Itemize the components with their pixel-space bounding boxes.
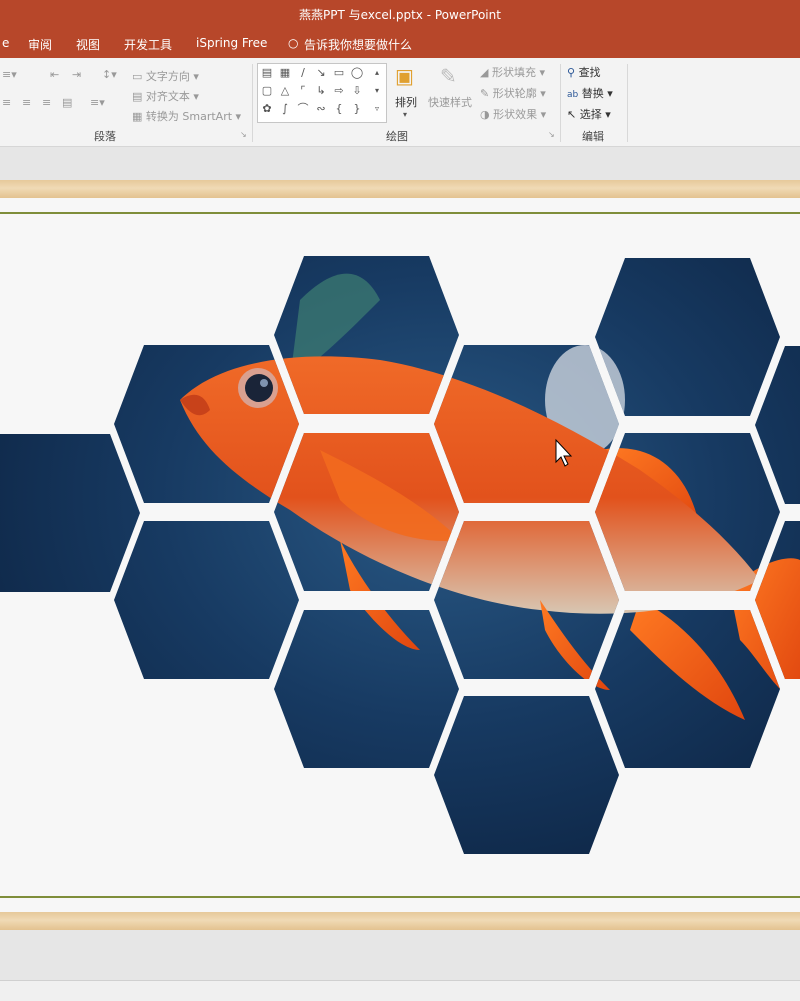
slide-frame-bottom xyxy=(0,912,800,930)
status-bar xyxy=(0,980,800,1001)
slide-artwork xyxy=(0,256,800,854)
workspace-strip-bottom xyxy=(0,930,800,980)
